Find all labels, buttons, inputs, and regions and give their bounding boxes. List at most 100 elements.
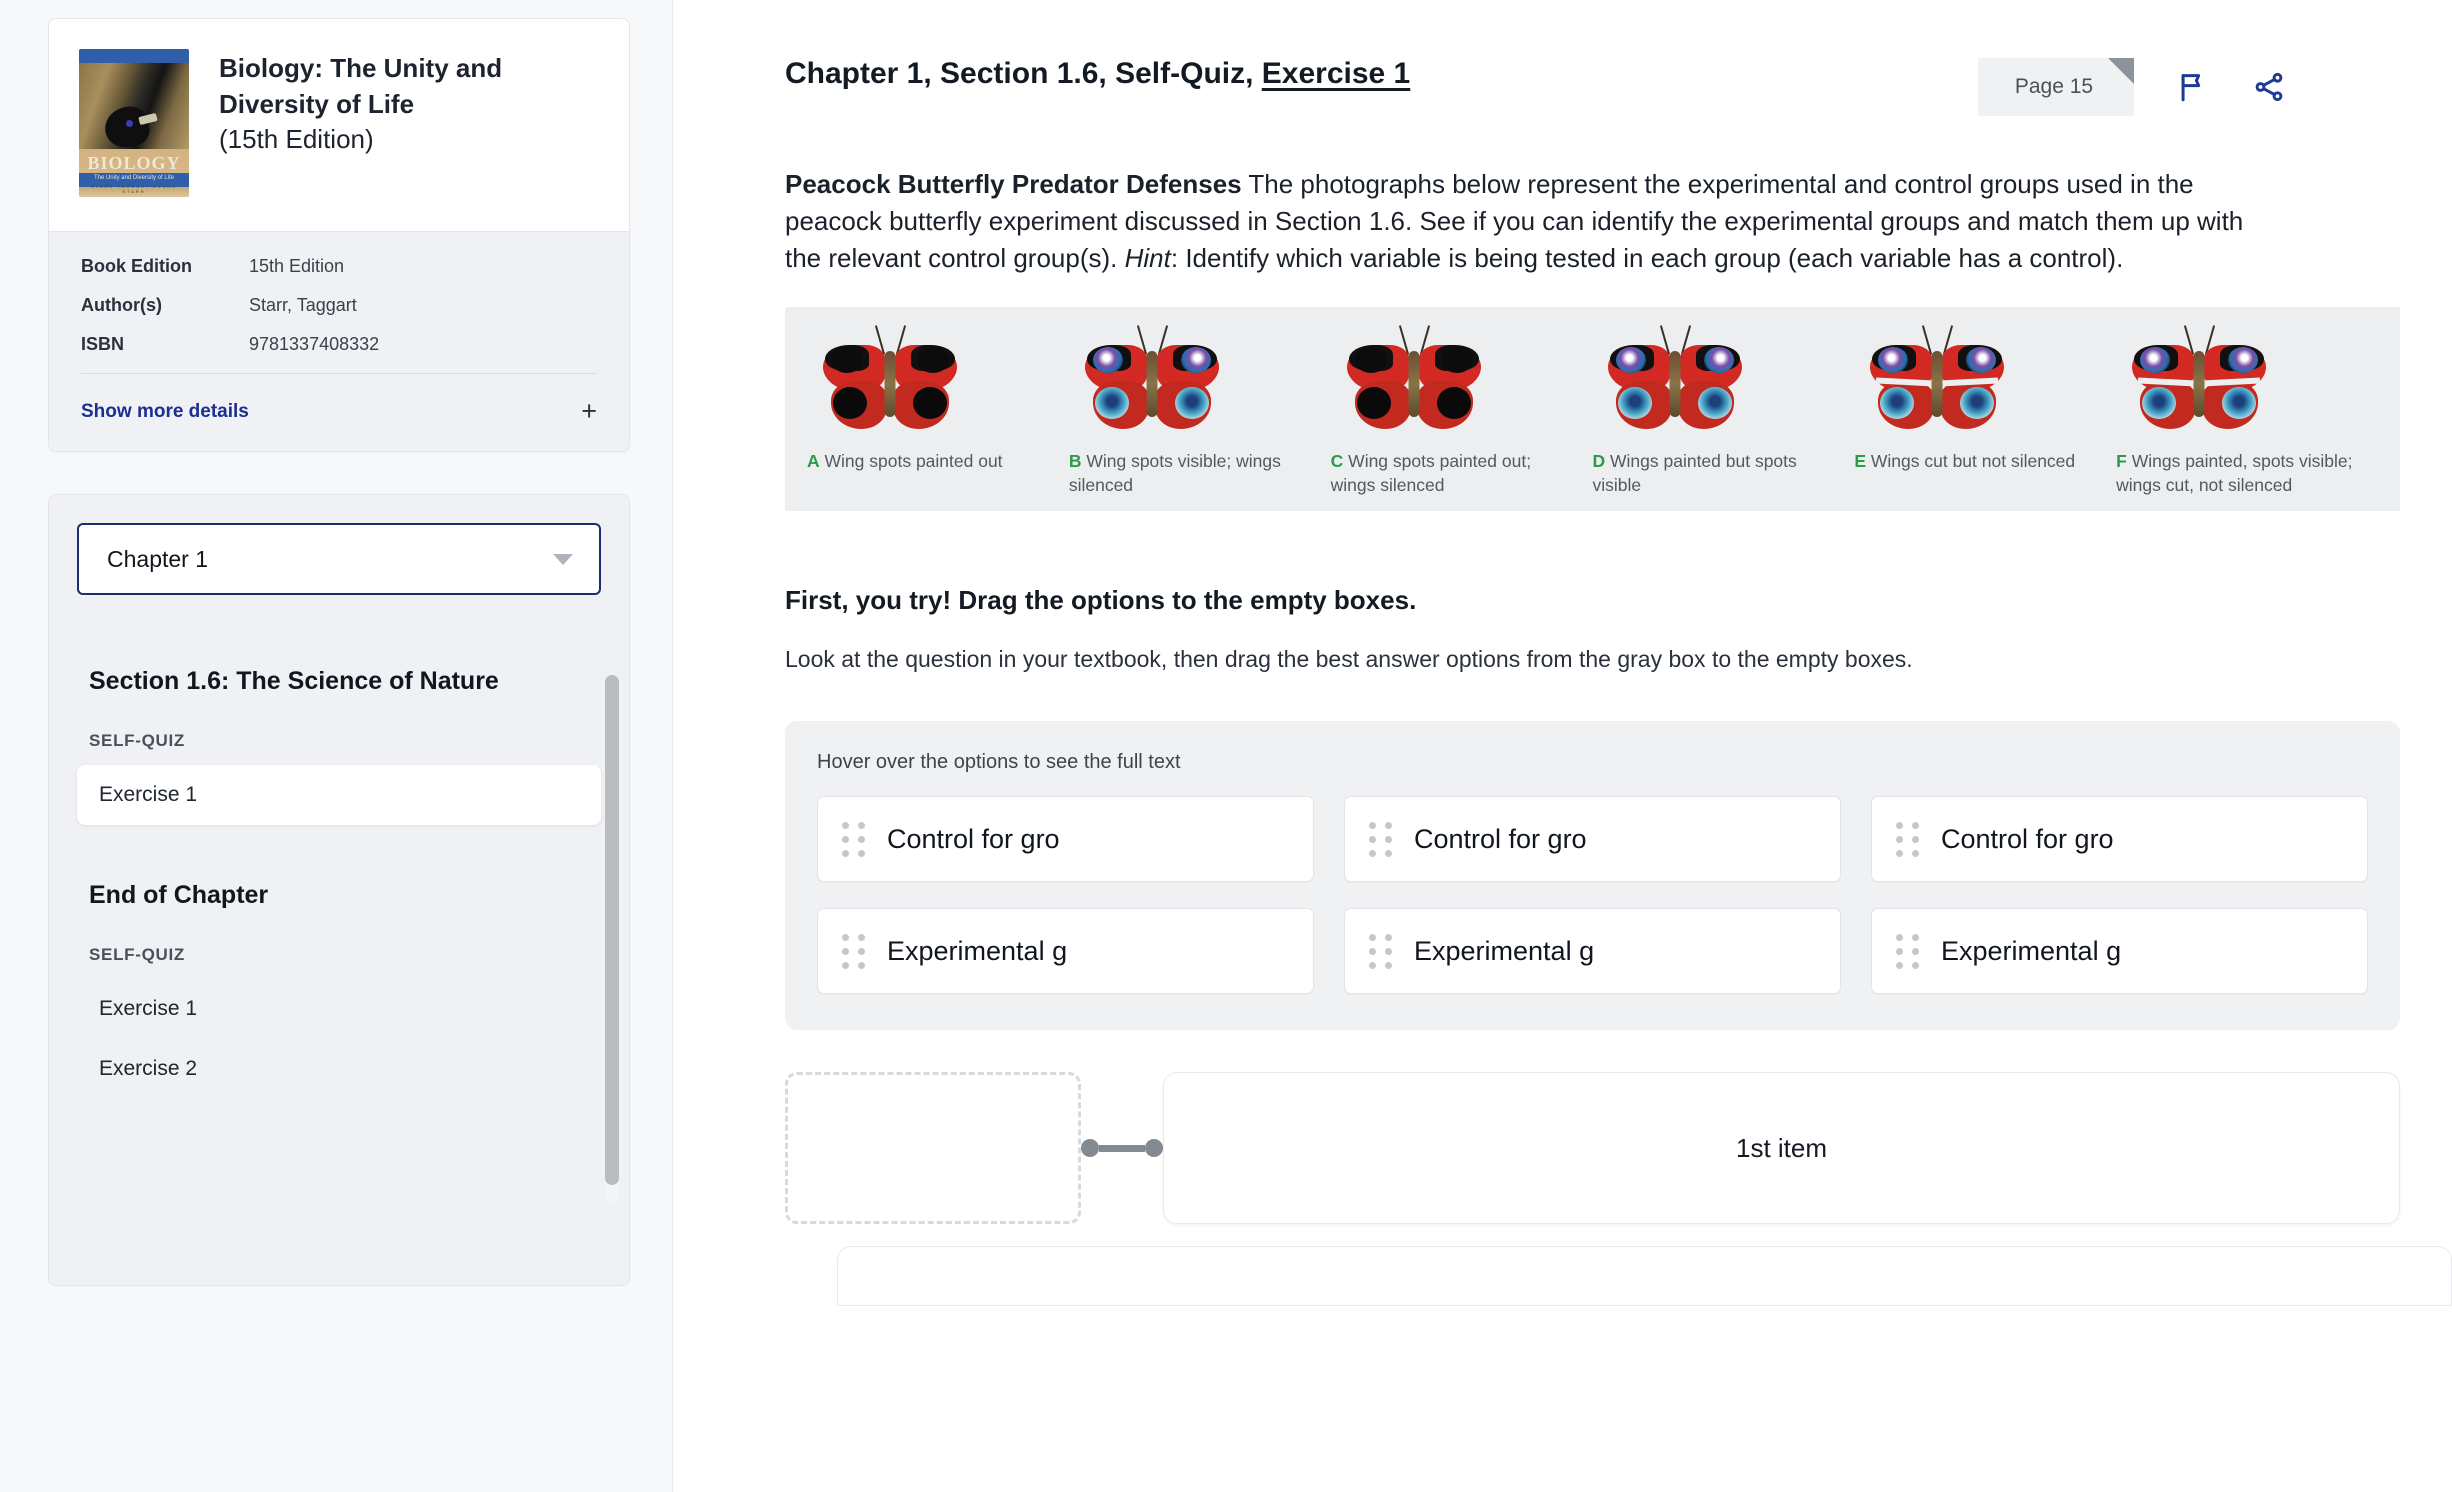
- butterfly-image-b: [1079, 325, 1225, 435]
- chapter-select[interactable]: Chapter 1: [77, 523, 601, 595]
- figure-item-c: C Wing spots painted out; wings silenced: [1331, 325, 1593, 497]
- figure-item-a: A Wing spots painted out: [807, 325, 1069, 497]
- figure-caption-text-b: Wing spots visible; wings silenced: [1068, 450, 1281, 495]
- detail-key: Author(s): [81, 295, 162, 315]
- book-info-card: BIOLOGY The Unity and Diversity of Life …: [48, 18, 630, 452]
- sidebar: BIOLOGY The Unity and Diversity of Life …: [0, 0, 672, 1492]
- figure-caption-a: A Wing spots painted out: [807, 449, 1055, 473]
- figure-caption-c: C Wing spots painted out; wings silenced: [1331, 449, 1579, 497]
- chevron-down-icon[interactable]: [553, 553, 573, 565]
- figure-letter-f: F: [2116, 450, 2127, 471]
- match-row: 1st item: [785, 1072, 2400, 1224]
- drag-option[interactable]: Experimental g: [817, 908, 1314, 994]
- cover-authors: STARR TAGGART EVERS STARR: [91, 184, 177, 194]
- toc-item-exercise-2-end[interactable]: Exercise 2: [77, 1039, 601, 1099]
- try-subtitle: Look at the question in your textbook, t…: [785, 646, 1913, 672]
- drag-option-label: Experimental g: [1941, 935, 2122, 966]
- toc-scrollbar[interactable]: [605, 675, 619, 1205]
- main-content: Chapter 1, Section 1.6, Self-Quiz, Exerc…: [672, 0, 2452, 1492]
- figure-item-b: B Wing spots visible; wings silenced: [1069, 325, 1331, 497]
- figure-caption-e: E Wings cut but not silenced: [1854, 449, 2102, 473]
- detail-value: 9781337408332: [249, 334, 380, 354]
- figure-caption-text-a: Wing spots painted out: [824, 450, 1003, 471]
- app-root: BIOLOGY The Unity and Diversity of Life …: [0, 0, 2452, 1492]
- connector-icon: [1081, 1139, 1163, 1157]
- question-body-2: : Identify which variable is being teste…: [1170, 242, 2124, 273]
- drag-option[interactable]: Control for gro: [1871, 796, 2368, 882]
- figure-letter-d: D: [1592, 450, 1606, 471]
- exercise-header: Chapter 1, Section 1.6, Self-Quiz, Exerc…: [785, 0, 2286, 116]
- divider: [81, 373, 597, 374]
- drag-handle-icon[interactable]: [1896, 821, 1919, 857]
- share-icon[interactable]: [2252, 70, 2286, 104]
- butterfly-image-c: [1341, 325, 1487, 435]
- book-cover-image: BIOLOGY The Unity and Diversity of Life …: [79, 49, 189, 197]
- plus-icon[interactable]: +: [581, 398, 597, 425]
- chapter-select-wrap: Chapter 1: [49, 495, 629, 621]
- drag-option[interactable]: Control for gro: [1344, 796, 1841, 882]
- hint-label: Hint: [1124, 242, 1171, 273]
- toc-section-title: Section 1.6: The Science of Nature: [89, 667, 499, 695]
- drag-options-grid: Control for gro Control for gro Control …: [817, 796, 2368, 994]
- drag-option[interactable]: Control for gro: [817, 796, 1314, 882]
- toc-scrollbar-thumb[interactable]: [605, 675, 619, 1185]
- show-more-label[interactable]: Show more details: [81, 401, 249, 423]
- book-details: Book Edition 15th Edition Author(s) Star…: [49, 231, 629, 451]
- butterfly-image-e: [1864, 325, 2010, 435]
- drag-handle-icon[interactable]: [1896, 933, 1919, 969]
- show-more-details-button[interactable]: Show more details +: [81, 398, 597, 425]
- detail-value: 15th Edition: [249, 256, 345, 276]
- page-badge-label: Page 15: [2014, 75, 2094, 98]
- cover-subtitle: The Unity and Diversity of Life: [93, 175, 175, 181]
- drag-option-label: Experimental g: [1414, 935, 1595, 966]
- figure-caption-text-e: Wings cut but not silenced: [1870, 450, 2076, 471]
- figure-caption-d: D Wings painted but spots visible: [1592, 449, 1840, 497]
- figure-letter-c: C: [1330, 450, 1344, 471]
- book-edition-paren: (15th Edition): [219, 124, 374, 155]
- butterfly-image-f: [2126, 325, 2272, 435]
- drag-handle-icon[interactable]: [1369, 821, 1392, 857]
- detail-value: Starr, Taggart: [249, 295, 357, 315]
- answer-slot[interactable]: 1st item: [1163, 1072, 2400, 1224]
- detail-key: Book Edition: [81, 256, 192, 276]
- detail-key: ISBN: [81, 334, 125, 354]
- drag-option[interactable]: Experimental g: [1344, 908, 1841, 994]
- drag-handle-icon[interactable]: [1369, 933, 1392, 969]
- toc-end-group-label: SELF-QUIZ: [89, 944, 186, 964]
- breadcrumb-current: Exercise 1: [1261, 57, 1411, 90]
- cover-title: BIOLOGY: [87, 153, 181, 173]
- page-badge[interactable]: Page 15: [1978, 58, 2134, 116]
- toc-item-exercise-1-section[interactable]: Exercise 1: [77, 764, 601, 825]
- toc-end-title: End of Chapter: [89, 880, 269, 909]
- figure-caption-text-d: Wings painted but spots visible: [1592, 450, 1797, 495]
- figure-caption-f: F Wings painted, spots visible; wings cu…: [2116, 449, 2364, 497]
- figure-letter-b: B: [1068, 450, 1082, 471]
- drop-zone[interactable]: [785, 1072, 1081, 1224]
- drag-option[interactable]: Experimental g: [1871, 908, 2368, 994]
- drag-option-label: Control for gro: [1414, 823, 1587, 854]
- figure-caption-text-c: Wing spots painted out; wings silenced: [1330, 450, 1532, 495]
- drag-options-panel: Hover over the options to see the full t…: [785, 721, 2400, 1030]
- drag-handle-icon[interactable]: [842, 933, 865, 969]
- answer-slot-label: 1st item: [1735, 1132, 1828, 1163]
- page-fold-corner-icon: [2108, 58, 2134, 84]
- drag-handle-icon[interactable]: [842, 821, 865, 857]
- book-header: BIOLOGY The Unity and Diversity of Life …: [49, 19, 629, 231]
- drag-option-label: Experimental g: [887, 935, 1068, 966]
- question-lead: Peacock Butterfly Predator Defenses: [785, 169, 1242, 199]
- figure-item-d: D Wings painted but spots visible: [1592, 325, 1854, 497]
- detail-row: Author(s) Starr, Taggart: [81, 295, 597, 316]
- figure-letter-a: A: [807, 450, 820, 471]
- figure-item-e: E Wings cut but not silenced: [1854, 325, 2116, 497]
- toc-item-exercise-1-end[interactable]: Exercise 1: [77, 979, 601, 1039]
- figure-caption-b: B Wing spots visible; wings silenced: [1069, 449, 1317, 497]
- try-title: First, you try! Drag the options to the …: [785, 585, 1417, 615]
- flag-icon[interactable]: [2176, 70, 2210, 104]
- drag-option-label: Control for gro: [887, 823, 1060, 854]
- chapter-navigation-card: Chapter 1 Section 1.6: The Science of Na…: [48, 494, 630, 1286]
- book-title-text: Biology: The Unity and Diversity of Life: [219, 53, 503, 119]
- drag-hint: Hover over the options to see the full t…: [817, 751, 1181, 773]
- book-title: Biology: The Unity and Diversity of Life…: [219, 49, 599, 197]
- detail-row: Book Edition 15th Edition: [81, 256, 597, 277]
- question-text: Peacock Butterfly Predator Defenses The …: [785, 166, 2286, 277]
